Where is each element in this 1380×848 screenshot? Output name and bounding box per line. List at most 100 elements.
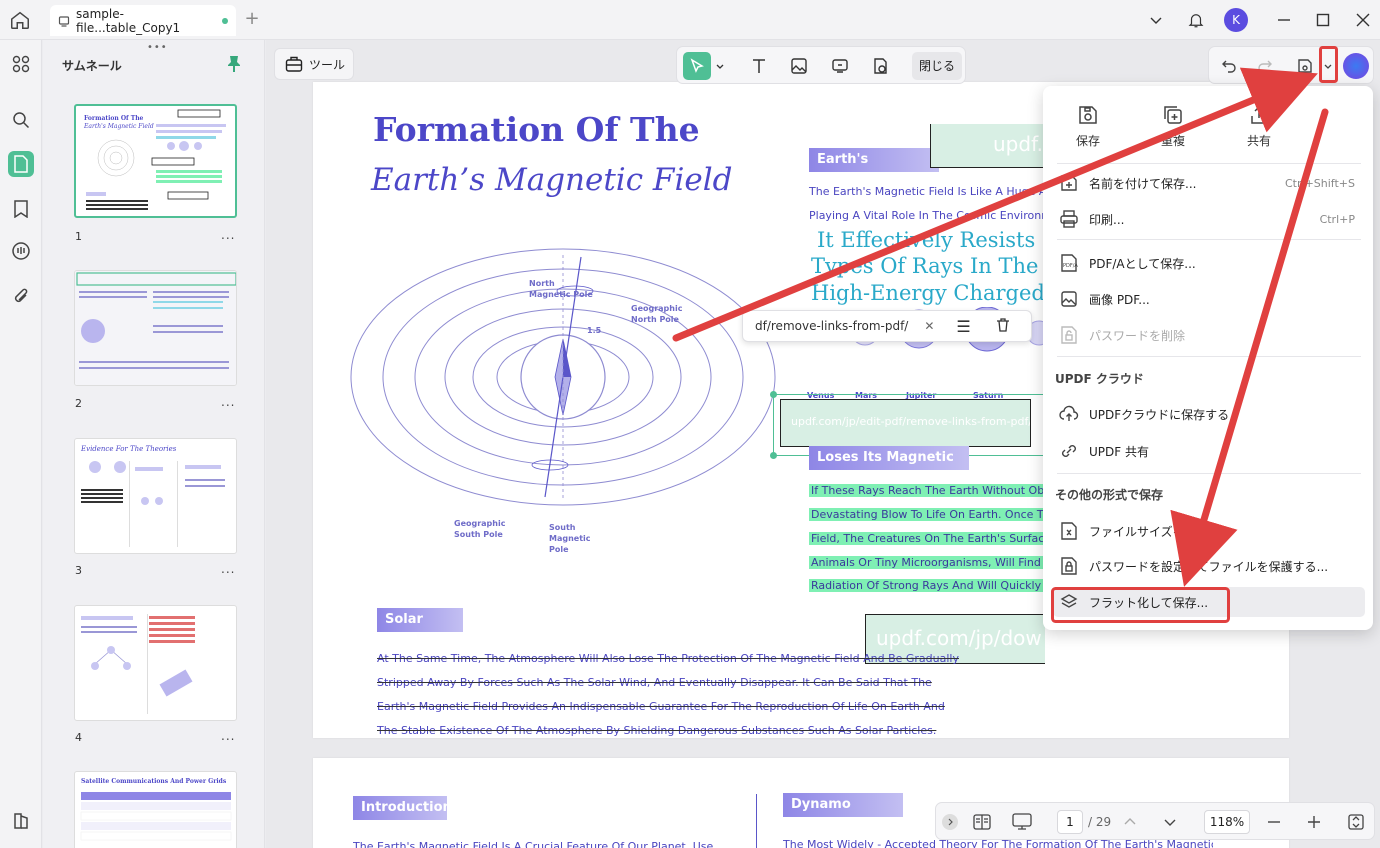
menu-item-label: UPDF 共有 (1089, 444, 1149, 459)
save-icon (1077, 104, 1099, 126)
page-title: Formation Of The (373, 110, 700, 149)
menu-save-button[interactable]: 保存 (1061, 104, 1115, 149)
menu-item-protect-password[interactable]: パスワードを設定してファイルを保護する... (1053, 551, 1365, 581)
right-toolbar (1208, 46, 1374, 84)
layers-icon[interactable] (8, 808, 34, 834)
lock-icon (1061, 557, 1077, 575)
current-page-input[interactable]: 1 (1057, 810, 1083, 834)
panel-resize-handle[interactable]: ••• (147, 42, 168, 53)
thumbnail-more-button[interactable]: ... (221, 228, 235, 242)
menu-duplicate-button[interactable]: 重複 (1146, 104, 1200, 149)
large-cyan-text: It Effectively Resists Mo (817, 228, 1077, 252)
delete-link-icon[interactable] (995, 317, 1011, 336)
close-edit-button[interactable]: 閉じる (912, 52, 962, 80)
save-as-icon (1061, 175, 1077, 191)
left-rail (0, 40, 42, 848)
zoom-in-icon[interactable] (1304, 812, 1324, 832)
cursor-icon (690, 58, 704, 73)
ai-assistant-icon[interactable] (1343, 53, 1369, 79)
menu-item-print[interactable]: 印刷... Ctrl+P (1053, 204, 1365, 234)
settings-tool-icon[interactable] (869, 55, 891, 77)
thumbnail-more-button[interactable]: ... (221, 395, 235, 409)
tools-button[interactable]: ツール (274, 48, 354, 80)
thumbnail-more-button[interactable]: ... (221, 729, 235, 743)
menu-item-flatten-save[interactable]: フラット化して保存... (1053, 587, 1365, 617)
tools-button-label: ツール (309, 57, 346, 72)
svg-text:Formation Of The: Formation Of The (84, 115, 144, 122)
thumbnail-page-number: 4 (75, 731, 82, 744)
thumbnail-page-3[interactable]: Evidence For The Theories (74, 438, 237, 554)
undo-icon[interactable] (1218, 55, 1240, 77)
chevron-down-icon[interactable] (1145, 9, 1167, 31)
select-tool-button[interactable] (683, 52, 711, 80)
menu-share-button[interactable]: 共有 (1232, 104, 1286, 149)
strikethrough-line: Earth's Magnetic Field Provides An Indis… (377, 700, 945, 713)
menu-item-updf-share[interactable]: UPDF 共有 (1053, 436, 1365, 466)
thumbnail-page-number: 3 (75, 564, 82, 577)
menu-item-image-pdf[interactable]: 画像 PDF... (1053, 284, 1365, 314)
text-tool-icon[interactable] (748, 55, 770, 77)
link-url-field[interactable]: df/remove-links-from-pdf/ (743, 319, 908, 333)
pin-icon[interactable] (226, 55, 242, 73)
highlighted-line: Animals Or Tiny Microorganisms, Will Fin… (809, 556, 1073, 569)
link-popup-toolbar: df/remove-links-from-pdf/ ✕ ☰ (742, 310, 1032, 342)
link-tool-icon[interactable] (829, 55, 851, 77)
zoom-level-input[interactable]: 118% (1204, 810, 1250, 834)
presentation-icon[interactable] (1012, 812, 1032, 832)
menu-item-save-as[interactable]: 名前を付けて保存... Ctrl+Shift+S (1053, 168, 1365, 198)
previous-page-icon[interactable] (1120, 812, 1140, 832)
unsaved-dot-icon (222, 17, 228, 24)
menu-item-label: 画像 PDF... (1089, 292, 1150, 307)
user-avatar[interactable]: K (1224, 8, 1248, 32)
save-icon[interactable] (1294, 55, 1316, 77)
link-properties-icon[interactable]: ☰ (956, 317, 970, 336)
collapse-toolbar-icon[interactable] (942, 814, 958, 830)
menu-item-reduce-size[interactable]: ファイルサイズを縮小... (1053, 516, 1365, 546)
attachment-icon[interactable] (8, 283, 34, 309)
menu-item-label: UPDFクラウドに保存する (1089, 407, 1230, 422)
strikethrough-line: The Stable Existence Of The Atmosphere B… (377, 724, 937, 737)
search-icon[interactable] (8, 107, 34, 133)
page-subtitle: Earth’s Magnetic Field (371, 162, 733, 198)
thumbnail-page-5[interactable]: Satellite Communications And Power Grids (74, 771, 237, 848)
next-page-icon[interactable] (1160, 812, 1180, 832)
document-tab[interactable]: sample-file...table_Copy1 (50, 5, 236, 36)
minimize-icon[interactable] (1273, 9, 1295, 31)
redo-icon[interactable] (1254, 55, 1276, 77)
new-tab-button[interactable]: + (243, 9, 261, 29)
thumbnail-panel-icon[interactable] (8, 151, 34, 177)
highlighted-line: Radiation Of Strong Rays And Will Quickl… (809, 579, 1073, 592)
thumbnail-page-2[interactable] (74, 270, 237, 386)
comment-list-icon[interactable] (8, 238, 34, 264)
thumbnail-page-4[interactable] (74, 605, 237, 721)
clear-link-icon[interactable]: ✕ (924, 319, 934, 333)
apps-grid-icon[interactable] (8, 51, 34, 77)
save-options-chevron-icon[interactable] (1319, 55, 1337, 77)
section-label-introduction: Introduction (353, 796, 452, 820)
duplicate-icon (1162, 104, 1184, 126)
thumbnail-page-1[interactable]: Formation Of The Earth's Magnetic Field (74, 104, 237, 218)
chevron-down-icon[interactable] (713, 55, 727, 77)
bell-icon[interactable] (1185, 9, 1207, 31)
menu-item-save-cloud[interactable]: UPDFクラウドに保存する (1053, 399, 1365, 429)
fit-page-icon[interactable] (1346, 812, 1366, 832)
edit-mode-toolbar: 閉じる (676, 46, 966, 84)
bookmark-icon[interactable] (8, 196, 34, 222)
menu-divider (1057, 473, 1361, 474)
shortcut-label: Ctrl+P (1319, 212, 1355, 226)
menu-section-cloud: UPDF クラウド (1055, 372, 1144, 386)
toolbox-icon (285, 56, 303, 72)
image-tool-icon[interactable] (788, 55, 810, 77)
home-icon[interactable] (9, 9, 31, 31)
link-icon (1062, 445, 1076, 457)
page-layout-icon[interactable] (972, 812, 992, 832)
image-pdf-icon (1061, 291, 1077, 307)
paragraph-line: The Earth's Magnetic Field Is Like A Hug… (809, 185, 1061, 198)
document-tab-title: sample-file...table_Copy1 (76, 6, 181, 35)
maximize-icon[interactable] (1312, 9, 1334, 31)
menu-item-save-pdfa[interactable]: PDF/A PDF/Aとして保存... (1053, 248, 1365, 278)
zoom-out-icon[interactable] (1264, 812, 1284, 832)
thumbnail-more-button[interactable]: ... (221, 562, 235, 576)
menu-item-remove-password[interactable]: パスワードを削除 (1053, 320, 1365, 350)
close-window-icon[interactable] (1352, 9, 1374, 31)
